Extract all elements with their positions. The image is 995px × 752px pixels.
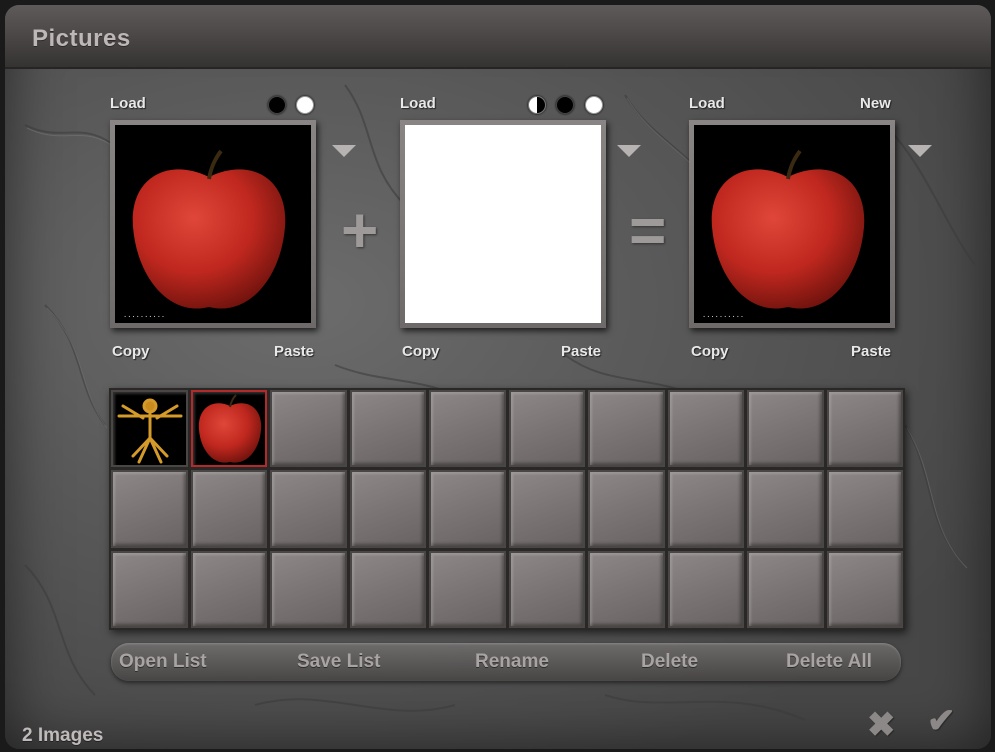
new-button[interactable]: New	[860, 95, 891, 112]
apple-image	[711, 149, 865, 309]
empty-slot[interactable]	[508, 470, 585, 548]
copy-button-2[interactable]: Copy	[402, 343, 440, 360]
plus-operator: +	[341, 194, 379, 266]
load-button-2[interactable]: Load	[400, 95, 436, 112]
apple-thumbnail-image	[198, 394, 261, 463]
blank-image-2	[405, 125, 601, 323]
empty-slot[interactable]	[429, 390, 506, 468]
empty-slot[interactable]	[508, 550, 585, 628]
list-actions-bar: Open List Save List Rename Delete Delete…	[111, 643, 901, 681]
empty-slot[interactable]	[667, 550, 744, 628]
empty-slot[interactable]	[667, 390, 744, 468]
result-image-slot[interactable]: ..........	[689, 120, 895, 328]
empty-slot[interactable]	[826, 550, 903, 628]
white-dot-toggle-1[interactable]	[296, 96, 314, 114]
empty-slot[interactable]	[588, 470, 665, 548]
dropdown-arrow-1[interactable]	[332, 145, 356, 157]
empty-slot[interactable]	[270, 470, 347, 548]
empty-slot[interactable]	[508, 390, 585, 468]
empty-slot[interactable]	[747, 390, 824, 468]
apple-image	[132, 149, 286, 309]
save-list-button[interactable]: Save List	[297, 651, 380, 673]
empty-slot[interactable]	[270, 550, 347, 628]
load-button-1[interactable]: Load	[110, 95, 146, 112]
empty-slot[interactable]	[349, 550, 426, 628]
empty-slot[interactable]	[111, 550, 188, 628]
empty-slot[interactable]	[588, 390, 665, 468]
black-dot-toggle-2[interactable]	[556, 96, 574, 114]
source-image-slot-2[interactable]	[400, 120, 606, 328]
image-caption-text: ..........	[123, 311, 166, 319]
half-dot-toggle-2[interactable]	[528, 96, 546, 114]
rename-button[interactable]: Rename	[475, 651, 549, 673]
empty-slot[interactable]	[190, 470, 267, 548]
empty-slot[interactable]	[270, 390, 347, 468]
empty-slot[interactable]	[747, 470, 824, 548]
thumbnail-vitruvian[interactable]	[111, 390, 188, 468]
title-bar[interactable]: Pictures	[5, 5, 991, 69]
delete-button[interactable]: Delete	[641, 651, 698, 673]
checkmark-icon[interactable]: ✔	[927, 701, 956, 741]
copy-button-1[interactable]: Copy	[112, 343, 150, 360]
empty-slot[interactable]	[826, 390, 903, 468]
source-image-slot-1[interactable]: ..........	[110, 120, 316, 328]
empty-slot[interactable]	[349, 390, 426, 468]
image-count-status: 2 Images	[22, 725, 104, 746]
image-caption-text: ..........	[702, 311, 745, 319]
cancel-icon[interactable]: ✖	[867, 705, 896, 745]
paste-button-1[interactable]: Paste	[274, 343, 314, 360]
empty-slot[interactable]	[111, 470, 188, 548]
window-title: Pictures	[32, 25, 131, 52]
empty-slot[interactable]	[826, 470, 903, 548]
image-list-grid	[109, 388, 905, 630]
black-dot-toggle-1[interactable]	[268, 96, 286, 114]
white-dot-toggle-2[interactable]	[585, 96, 603, 114]
pictures-window: Pictures Load .......... Copy Paste + Lo…	[5, 5, 991, 749]
dropdown-arrow-3[interactable]	[908, 145, 932, 157]
result-image: ..........	[694, 125, 890, 323]
empty-slot[interactable]	[190, 550, 267, 628]
thumbnail-apple[interactable]	[190, 390, 267, 468]
equals-operator: =	[629, 194, 667, 266]
empty-slot[interactable]	[747, 550, 824, 628]
copy-button-3[interactable]: Copy	[691, 343, 729, 360]
empty-slot[interactable]	[588, 550, 665, 628]
paste-button-2[interactable]: Paste	[561, 343, 601, 360]
paste-button-3[interactable]: Paste	[851, 343, 891, 360]
open-list-button[interactable]: Open List	[119, 651, 207, 673]
empty-slot[interactable]	[429, 550, 506, 628]
stone-texture	[24, 84, 976, 721]
empty-slot[interactable]	[429, 470, 506, 548]
load-button-3[interactable]: Load	[689, 95, 725, 112]
source-image-1: ..........	[115, 125, 311, 323]
vitruvian-figure-image	[117, 398, 183, 464]
dropdown-arrow-2[interactable]	[617, 145, 641, 157]
empty-slot[interactable]	[667, 470, 744, 548]
delete-all-button[interactable]: Delete All	[786, 651, 872, 673]
empty-slot[interactable]	[349, 470, 426, 548]
